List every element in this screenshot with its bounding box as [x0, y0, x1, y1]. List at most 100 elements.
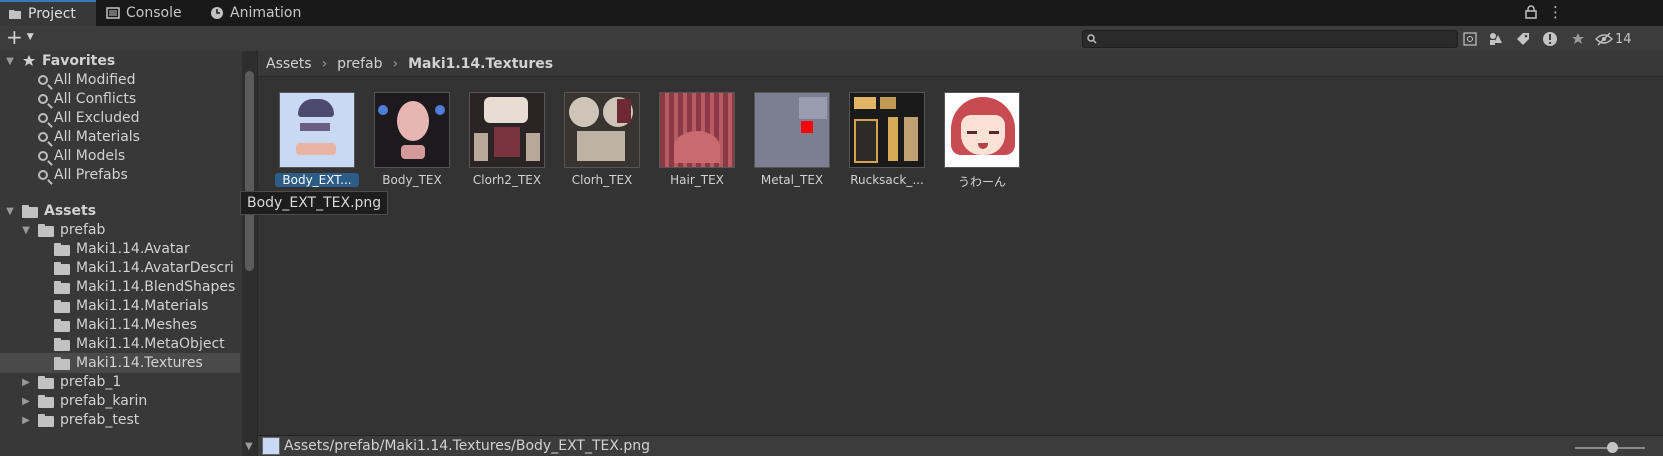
breadcrumb-current[interactable]: Maki1.14.Textures [408, 56, 553, 72]
tree-folder[interactable]: ▶ prefab_1 [20, 372, 121, 392]
search-icon [38, 151, 48, 161]
favorite-item-label: All Excluded [54, 110, 140, 126]
favorites-header[interactable]: ▼ Favorites [4, 51, 115, 71]
favorite-item[interactable]: All Excluded [38, 108, 140, 128]
tree-folder[interactable]: Maki1.14.Meshes [54, 315, 197, 335]
filter-by-label-icon[interactable] [1513, 29, 1533, 49]
asset-thumbnail-label: うわーん [957, 175, 1006, 189]
hidden-eye-icon [1595, 32, 1613, 46]
folder-icon [38, 375, 54, 389]
tree-folder[interactable]: ▶ prefab_karin [20, 391, 147, 411]
window-tab-bar: Project Console Animation ⋮ [0, 0, 1663, 26]
hidden-packages-toggle[interactable]: 14 [1595, 29, 1641, 49]
project-toolbar: + ▼ 14 [0, 26, 1663, 52]
tree-folder-selected[interactable]: Maki1.14.Textures [0, 353, 240, 373]
tab-console[interactable]: Console [106, 0, 196, 26]
chevron-right-icon: › [321, 55, 328, 72]
search-by-type-icon[interactable] [1460, 29, 1480, 49]
console-icon [106, 7, 120, 19]
filter-by-type-icon[interactable] [1486, 29, 1506, 49]
create-button[interactable]: + ▼ [6, 27, 34, 47]
folder-icon [54, 261, 70, 275]
thumbnail-size-slider-handle[interactable] [1607, 442, 1618, 453]
hidden-count: 14 [1615, 31, 1632, 47]
tree-folder-label: prefab_test [60, 412, 140, 428]
tab-project[interactable]: Project [0, 0, 96, 26]
favorite-item[interactable]: All Models [38, 146, 125, 166]
collapse-arrow-icon[interactable]: ▶ [20, 415, 32, 426]
asset-thumbnail-label: Hair_TEX [670, 173, 724, 187]
search-field[interactable] [1082, 30, 1458, 48]
breadcrumb-item[interactable]: Assets [266, 56, 312, 72]
tab-project-label: Project [28, 6, 76, 22]
asset-thumbnail[interactable]: うわーん [940, 92, 1024, 190]
asset-thumbnail[interactable]: Body_EXT... [275, 92, 359, 187]
search-icon [38, 113, 48, 123]
texture-preview-image [944, 92, 1020, 168]
folder-icon [54, 318, 70, 332]
favorites-label: Favorites [42, 53, 116, 69]
filter-by-log-icon[interactable] [1540, 29, 1560, 49]
tree-folder-label: Maki1.14.Materials [76, 298, 209, 314]
breadcrumb-item[interactable]: prefab [337, 56, 382, 72]
tree-folder-prefab[interactable]: ▼ prefab [20, 220, 105, 240]
tree-folder[interactable]: Maki1.14.Avatar [54, 239, 190, 259]
collapse-arrow-icon[interactable]: ▶ [20, 377, 32, 388]
status-bar: Assets/prefab/Maki1.14.Textures/Body_EXT… [258, 435, 1663, 456]
tab-console-label: Console [126, 5, 182, 21]
assets-root[interactable]: ▼ Assets [4, 201, 96, 221]
tree-folder[interactable]: Maki1.14.Materials [54, 296, 208, 316]
favorite-star-icon[interactable] [1568, 29, 1588, 49]
kebab-menu-icon[interactable]: ⋮ [1548, 3, 1563, 21]
texture-preview-image [564, 92, 640, 168]
asset-thumbnail-label: Clorh2_TEX [472, 173, 542, 187]
search-icon [38, 75, 48, 85]
texture-preview-image [754, 92, 830, 168]
tree-folder[interactable]: Maki1.14.AvatarDescri [54, 258, 234, 278]
folder-icon [54, 337, 70, 351]
asset-thumbnail[interactable]: Clorh2_TEX [465, 92, 549, 187]
tree-folder-label: Maki1.14.Meshes [76, 317, 198, 333]
expand-arrow-icon[interactable]: ▼ [4, 206, 16, 217]
favorite-item[interactable]: All Modified [38, 70, 136, 90]
tab-animation-label: Animation [230, 5, 302, 21]
search-input[interactable] [1099, 31, 1449, 47]
tree-folder[interactable]: Maki1.14.BlendShapes [54, 277, 235, 297]
expand-arrow-icon[interactable]: ▼ [20, 225, 32, 236]
tree-folder-label: Maki1.14.Textures [76, 355, 203, 371]
asset-thumbnail-label: Body_EXT... [275, 173, 359, 187]
tree-folder-label: prefab [60, 222, 106, 238]
file-thumbnail-icon [262, 437, 280, 455]
breadcrumb: Assets › prefab › Maki1.14.Textures [258, 51, 1663, 77]
folder-icon [38, 394, 54, 408]
favorite-item[interactable]: All Conflicts [38, 89, 136, 109]
tree-folder[interactable]: ▶ prefab_test [20, 410, 139, 430]
scroll-down-arrow-icon[interactable]: ▼ [245, 441, 253, 452]
animation-clock-icon [211, 7, 223, 19]
tree-folder-label: Maki1.14.AvatarDescri [76, 260, 234, 276]
asset-thumbnail[interactable]: Clorh_TEX [560, 92, 644, 187]
favorite-item[interactable]: All Prefabs [38, 165, 128, 185]
tree-folder[interactable]: Maki1.14.MetaObject [54, 334, 225, 354]
asset-thumbnail[interactable]: Metal_TEX [750, 92, 834, 187]
asset-thumbnail[interactable]: Rucksack_... [845, 92, 929, 187]
expand-arrow-icon[interactable]: ▼ [4, 56, 16, 67]
folder-open-icon [38, 223, 54, 237]
tree-folder-label: prefab_1 [60, 374, 122, 390]
tree-folder-label: prefab_karin [60, 393, 148, 409]
texture-preview-image [374, 92, 450, 168]
star-icon [23, 55, 35, 66]
texture-preview-image [469, 92, 545, 168]
tab-animation[interactable]: Animation [210, 0, 320, 26]
texture-preview-image [279, 92, 355, 168]
project-tree-panel: ▼ Favorites All Modified All Conflicts A… [0, 51, 242, 456]
lock-icon[interactable] [1525, 5, 1537, 19]
asset-thumbnail[interactable]: Body_TEX [370, 92, 454, 187]
asset-thumbnail[interactable]: Hair_TEX [655, 92, 739, 187]
favorite-item[interactable]: All Materials [38, 127, 140, 147]
tooltip: Body_EXT_TEX.png [240, 191, 389, 215]
tree-scrollbar-thumb[interactable] [245, 71, 254, 271]
collapse-arrow-icon[interactable]: ▶ [20, 396, 32, 407]
texture-preview-image [659, 92, 735, 168]
search-icon [38, 170, 48, 180]
